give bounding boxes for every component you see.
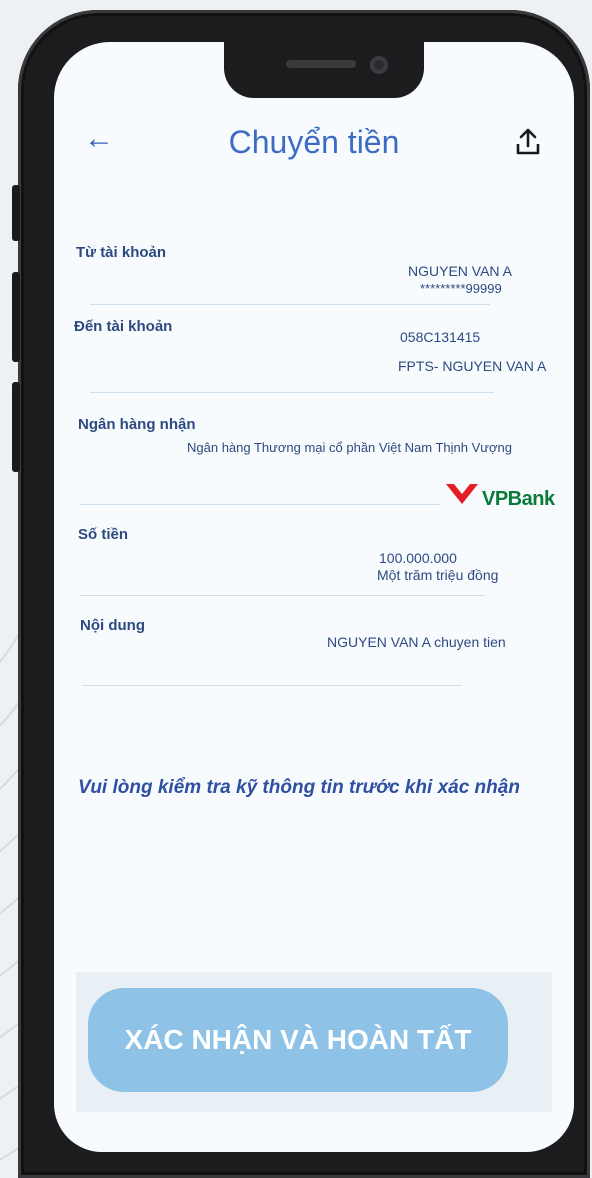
bank-label: Ngân hàng nhận: [78, 416, 196, 433]
app-header: ← Chuyển tiền: [54, 112, 574, 172]
amount-value: 100.000.000: [379, 550, 457, 566]
speaker: [286, 60, 356, 68]
to-account-label: Đến tài khoản: [74, 318, 173, 335]
share-icon[interactable]: [514, 126, 542, 158]
divider: [80, 504, 440, 505]
divider: [80, 595, 485, 596]
content-value: NGUYEN VAN A chuyen tien: [327, 634, 506, 650]
vpbank-logo-icon: [446, 484, 478, 504]
phone-volume-up: [12, 272, 20, 362]
divider: [90, 304, 490, 305]
bank-name: Ngân hàng Thương mại cổ phần Việt Nam Th…: [187, 440, 512, 455]
to-account-name: FPTS- NGUYEN VAN A: [398, 358, 547, 374]
to-account-number: 058C131415: [400, 329, 481, 345]
divider: [90, 392, 494, 393]
from-account-label: Từ tài khoản: [76, 244, 167, 261]
content-label: Nội dung: [80, 617, 145, 634]
camera: [370, 56, 388, 74]
from-account-name: NGUYEN VAN A: [408, 263, 512, 279]
vpbank-logo-text: VPBank: [482, 488, 555, 510]
confirmation-notice: Vui lòng kiểm tra kỹ thông tin trước khi…: [78, 777, 520, 798]
phone-volume-down: [12, 382, 20, 472]
phone-frame: ← Chuyển tiền Từ tài khoản NGUYEN VAN A …: [12, 10, 590, 1178]
app-screen: ← Chuyển tiền Từ tài khoản NGUYEN VAN A …: [54, 42, 574, 1152]
divider: [82, 685, 462, 686]
phone-side-button: [12, 185, 20, 241]
amount-words: Một trăm triệu đồng: [377, 567, 499, 583]
amount-label: Số tiền: [78, 526, 129, 543]
page-title: Chuyển tiền: [228, 124, 400, 160]
confirm-button[interactable]: XÁC NHẬN VÀ HOÀN TẤT: [88, 988, 508, 1092]
from-account-number: *********99999: [420, 281, 502, 296]
phone-notch: [224, 42, 424, 98]
